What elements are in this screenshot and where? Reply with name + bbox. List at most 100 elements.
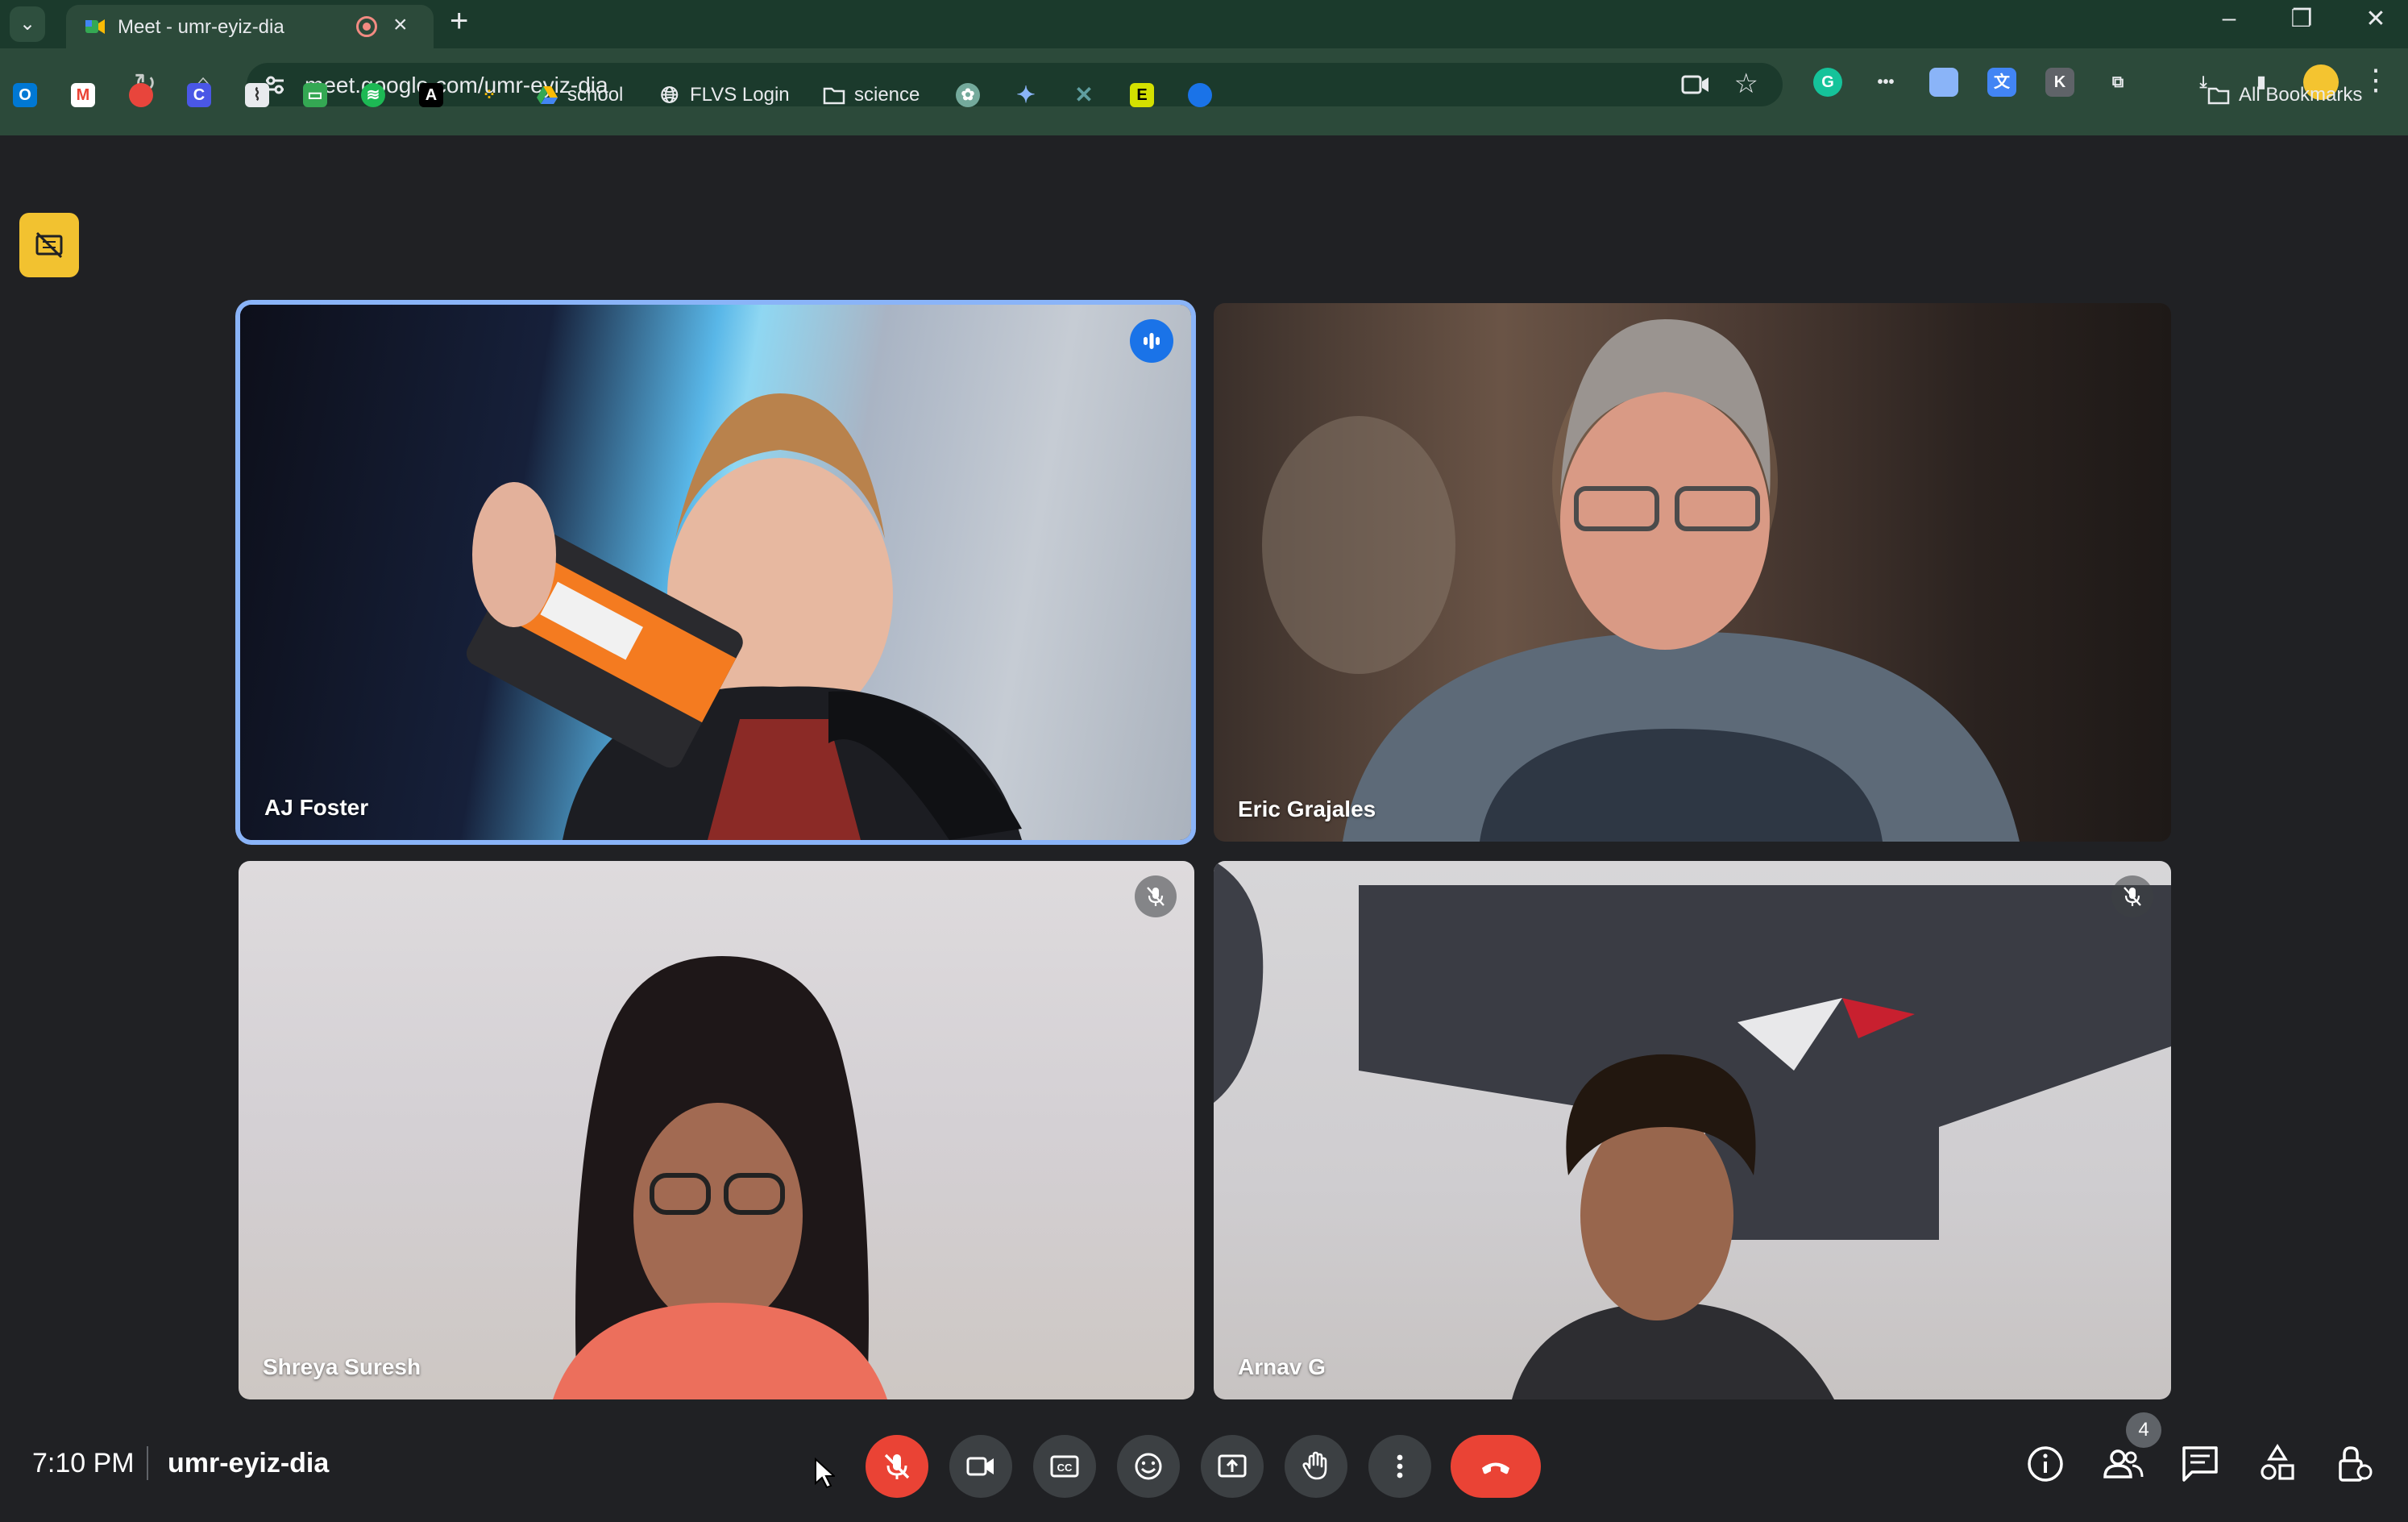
tab-title: Meet - umr-eyiz-dia bbox=[118, 16, 284, 38]
close-tab-icon[interactable]: × bbox=[393, 11, 408, 39]
extension-dots-icon[interactable]: ••• bbox=[1871, 68, 1900, 97]
tab-strip: ⌄ Meet - umr-eyiz-dia × + – ❐ ✕ bbox=[0, 0, 2408, 48]
spotify-icon: ≋ bbox=[361, 83, 385, 107]
a-icon: A bbox=[419, 83, 443, 107]
bookmark-8[interactable]: A bbox=[419, 79, 451, 111]
bookmark-14[interactable]: E bbox=[1130, 79, 1162, 111]
more-options-button[interactable] bbox=[1368, 1435, 1431, 1498]
bookmark-school[interactable]: school bbox=[535, 79, 623, 111]
bookmark-6[interactable]: ▭ bbox=[303, 79, 335, 111]
gmail-bookmark[interactable]: M bbox=[71, 79, 103, 111]
bookmark-15[interactable] bbox=[1188, 79, 1220, 111]
participant-name: Shreya Suresh bbox=[263, 1354, 421, 1379]
chat-icon: ▭ bbox=[303, 83, 327, 107]
host-controls-icon[interactable] bbox=[2332, 1441, 2377, 1487]
restore-icon[interactable]: ❐ bbox=[2277, 5, 2326, 33]
new-tab-icon[interactable]: + bbox=[450, 3, 468, 40]
people-icon[interactable] bbox=[2100, 1441, 2145, 1487]
bookmark-star-icon[interactable]: ☆ bbox=[1734, 68, 1758, 100]
microphone-toggle-button[interactable] bbox=[866, 1435, 928, 1498]
speaking-indicator-icon bbox=[1130, 319, 1173, 363]
participant-tile-arnav-g[interactable]: Arnav G bbox=[1214, 861, 2171, 1399]
camera-icon bbox=[966, 1457, 994, 1476]
blue-circle-icon bbox=[1188, 83, 1212, 107]
activities-icon[interactable] bbox=[2255, 1441, 2300, 1487]
translate-extension-icon[interactable]: 文 bbox=[1987, 68, 2016, 97]
browser-tab[interactable]: Meet - umr-eyiz-dia × bbox=[66, 5, 434, 48]
recording-badge[interactable] bbox=[19, 213, 79, 277]
bookmark-science-label: science bbox=[854, 84, 920, 106]
all-bookmarks-label: All Bookmarks bbox=[2239, 84, 2363, 106]
raise-hand-button[interactable] bbox=[1285, 1435, 1347, 1498]
svg-text:CC: CC bbox=[1057, 1462, 1073, 1474]
chatgpt-icon: ✿ bbox=[956, 83, 980, 107]
bookmark-gemini[interactable]: ✦ bbox=[1014, 79, 1046, 111]
spotify-bookmark[interactable]: ≋ bbox=[361, 79, 393, 111]
minimize-icon[interactable]: – bbox=[2205, 5, 2253, 32]
close-window-icon[interactable]: ✕ bbox=[2352, 5, 2400, 33]
meeting-code: umr-eyiz-dia bbox=[168, 1448, 330, 1478]
bookmark-chatgpt[interactable]: ✿ bbox=[956, 79, 988, 111]
more-vert-icon bbox=[1397, 1454, 1403, 1478]
bookmark-school-label: school bbox=[567, 84, 624, 106]
extensions-puzzle-icon[interactable]: ⧉ bbox=[2103, 68, 2132, 97]
captions-button[interactable]: CC bbox=[1033, 1435, 1096, 1498]
canva-bookmark[interactable]: C bbox=[187, 79, 219, 111]
meet-controls-bar: 7:10 PM umr-eyiz-dia CC bbox=[0, 1416, 2408, 1522]
k-extension-icon[interactable]: K bbox=[2045, 68, 2074, 97]
red-circle-icon bbox=[129, 83, 153, 107]
participant-video-aj-foster bbox=[466, 393, 1022, 840]
participant-tile-aj-foster[interactable]: AJ Foster bbox=[240, 305, 1191, 840]
participant-name: Eric Grajales bbox=[1238, 796, 1376, 821]
e-icon: E bbox=[1130, 83, 1154, 107]
chart-icon: ⌇ bbox=[245, 83, 269, 107]
all-bookmarks[interactable]: All Bookmarks bbox=[2207, 79, 2362, 111]
participant-name: AJ Foster bbox=[264, 795, 369, 820]
meet-favicon-icon bbox=[85, 19, 105, 34]
present-screen-button[interactable] bbox=[1201, 1435, 1264, 1498]
screenshot-extension-icon[interactable] bbox=[1929, 68, 1958, 97]
mic-off-icon bbox=[884, 1453, 910, 1479]
bookmark-9[interactable]: ⁘ bbox=[477, 79, 509, 111]
participant-name: Arnav G bbox=[1238, 1354, 1326, 1379]
gemini-icon: ✦ bbox=[1016, 82, 1036, 107]
meeting-details-icon[interactable] bbox=[2023, 1441, 2068, 1487]
reactions-button[interactable] bbox=[1117, 1435, 1180, 1498]
folder-icon bbox=[823, 87, 845, 105]
bookmark-flvs-login[interactable]: 🌐︎ FLVS Login bbox=[658, 79, 790, 111]
google-drive-icon bbox=[537, 86, 558, 104]
bookmark-flvs-label: FLVS Login bbox=[690, 84, 790, 106]
divider bbox=[147, 1446, 148, 1480]
chrome-menu-icon[interactable]: ⋮ bbox=[2361, 63, 2390, 97]
participant-tile-shreya-suresh[interactable]: Shreya Suresh bbox=[239, 861, 1194, 1399]
tab-search-icon[interactable]: ⌄ bbox=[10, 6, 45, 42]
gmail-icon: M bbox=[71, 83, 95, 107]
meeting-time: 7:10 PM bbox=[32, 1448, 135, 1478]
participant-video-eric-grajales bbox=[1262, 319, 2020, 842]
participant-video-shreya-suresh bbox=[553, 956, 887, 1399]
participant-tile-eric-grajales[interactable]: Eric Grajales bbox=[1214, 303, 2171, 842]
leave-call-button[interactable] bbox=[1451, 1435, 1541, 1498]
present-screen-icon bbox=[1218, 1454, 1247, 1478]
bookmark-science[interactable]: science bbox=[822, 79, 920, 111]
camera-in-use-icon[interactable] bbox=[1681, 73, 1710, 96]
end-call-icon bbox=[1482, 1462, 1509, 1474]
recording-icon bbox=[35, 231, 63, 259]
bookmark-3[interactable] bbox=[129, 79, 161, 111]
camera-toggle-button[interactable] bbox=[949, 1435, 1012, 1498]
outlook-icon: O bbox=[13, 83, 37, 107]
grammarly-extension-icon[interactable]: G bbox=[1813, 68, 1842, 97]
emoji-icon bbox=[1135, 1453, 1162, 1480]
recording-indicator-icon bbox=[356, 16, 377, 37]
closed-captions-icon: CC bbox=[1050, 1455, 1079, 1478]
bookmark-5[interactable]: ⌇ bbox=[245, 79, 277, 111]
x-logo-icon: ✕ bbox=[1074, 82, 1094, 107]
muted-mic-icon bbox=[1135, 875, 1177, 917]
outlook-bookmark[interactable]: O bbox=[13, 79, 45, 111]
mouse-cursor-icon bbox=[815, 1458, 835, 1489]
raise-hand-icon bbox=[1302, 1451, 1327, 1480]
chat-icon[interactable] bbox=[2178, 1441, 2223, 1487]
muted-mic-icon bbox=[2111, 875, 2153, 917]
participant-count-badge: 4 bbox=[2126, 1412, 2161, 1448]
bookmark-13[interactable]: ✕ bbox=[1072, 79, 1104, 111]
